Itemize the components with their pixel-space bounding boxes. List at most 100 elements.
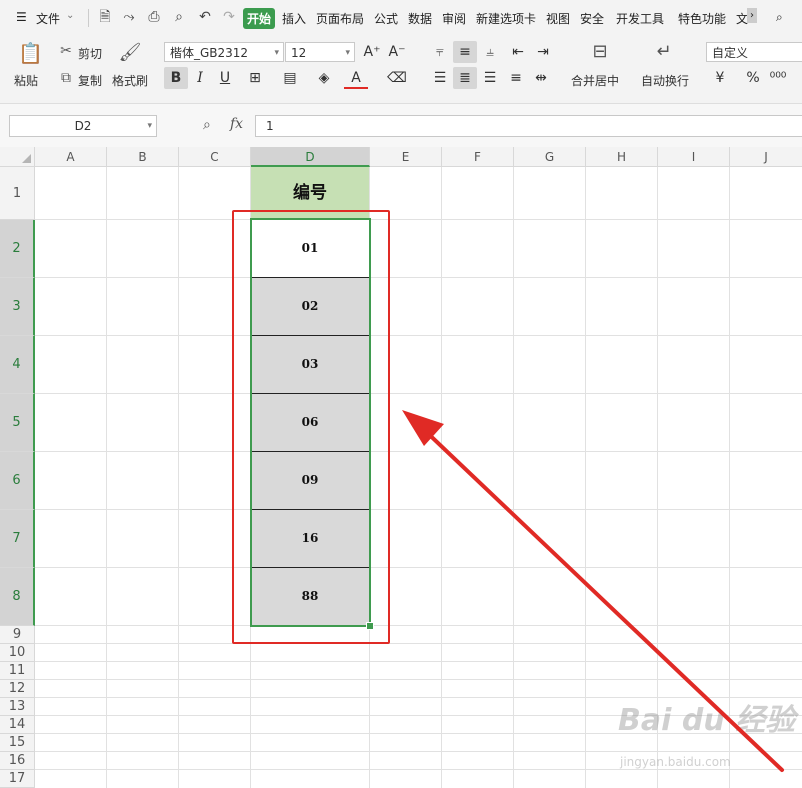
row-header-1[interactable]: 1 (0, 167, 35, 220)
row-header-5[interactable]: 5 (0, 394, 35, 452)
column-header-c[interactable]: C (179, 147, 251, 167)
row-header-4[interactable]: 4 (0, 336, 35, 394)
column-header-i[interactable]: I (658, 147, 730, 167)
tab-data[interactable]: 数据 (408, 10, 432, 27)
tab-scroll-right-icon[interactable]: › (747, 8, 757, 23)
align-bottom-icon[interactable]: ⫨ (478, 41, 502, 63)
row-header-12[interactable]: 12 (0, 680, 35, 698)
row-header-8[interactable]: 8 (0, 568, 35, 626)
column-header-g[interactable]: G (514, 147, 586, 167)
print-preview-icon[interactable]: ⌕ (170, 8, 188, 26)
tab-special-features[interactable]: 特色功能 (678, 10, 726, 27)
currency-icon[interactable]: ¥ (708, 67, 732, 89)
format-painter-icon[interactable]: 🖌 (118, 44, 142, 62)
tab-new-tab[interactable]: 新建选项卡 (476, 10, 536, 27)
tab-formulas[interactable]: 公式 (374, 10, 398, 27)
decrease-font-icon[interactable]: A⁻ (385, 41, 409, 63)
font-size-select[interactable]: 12 ▾ (285, 42, 355, 62)
merge-center-button[interactable]: 合并居中 (571, 72, 619, 89)
select-all-corner[interactable] (0, 147, 35, 167)
tab-insert[interactable]: 插入 (282, 10, 306, 27)
copy-button[interactable]: 复制 (78, 72, 102, 89)
tab-developer[interactable]: 开发工具 (616, 10, 664, 27)
wrap-text-icon[interactable]: ↵ (652, 43, 676, 61)
redo-icon[interactable]: ↷ (220, 8, 238, 26)
gridline (178, 167, 179, 788)
justify-icon[interactable]: ≡ (504, 67, 528, 89)
row-header-11[interactable]: 11 (0, 662, 35, 680)
column-header-h[interactable]: H (586, 147, 658, 167)
export-icon[interactable]: ⤳ (120, 8, 138, 26)
indent-decrease-icon[interactable]: ⇤ (506, 41, 530, 63)
paste-button[interactable]: 粘贴 (14, 72, 38, 89)
paste-icon[interactable]: 📋 (18, 43, 43, 63)
align-center-icon[interactable]: ≣ (453, 67, 477, 89)
align-right-icon[interactable]: ☰ (478, 67, 502, 89)
file-menu[interactable]: 文件 (36, 10, 60, 27)
align-middle-icon[interactable]: ≡ (453, 41, 477, 63)
cell-style-icon[interactable]: ▤ (278, 67, 302, 89)
indent-increase-icon[interactable]: ⇥ (531, 41, 555, 63)
insert-function-button[interactable]: fx (230, 116, 243, 132)
column-header-b[interactable]: B (107, 147, 179, 167)
formula-input[interactable]: 1 (255, 115, 802, 137)
row-header-13[interactable]: 13 (0, 698, 35, 716)
border-icon[interactable]: ⊞ (243, 67, 267, 89)
column-header-j[interactable]: J (730, 147, 802, 167)
row-header-14[interactable]: 14 (0, 716, 35, 734)
column-header-e[interactable]: E (370, 147, 442, 167)
distributed-icon[interactable]: ⇹ (529, 67, 553, 89)
font-family-select[interactable]: 楷体_GB2312 ▾ (164, 42, 284, 62)
gridline (35, 219, 802, 220)
save-icon[interactable]: 🗎 (96, 8, 114, 26)
row-header-15[interactable]: 15 (0, 734, 35, 752)
align-top-icon[interactable]: ⫧ (428, 41, 452, 63)
tab-security[interactable]: 安全 (580, 10, 604, 27)
row-header-3[interactable]: 3 (0, 278, 35, 336)
bold-button[interactable]: B (164, 67, 188, 89)
wrap-text-button[interactable]: 自动换行 (641, 72, 689, 89)
thousands-separator-icon[interactable]: ⁰⁰⁰ (766, 67, 790, 89)
annotation-highlight-box (232, 210, 390, 644)
column-header-d[interactable]: D (251, 147, 370, 167)
search-icon[interactable]: ⌕ (776, 10, 783, 25)
italic-button[interactable]: I (188, 67, 212, 89)
gridline (35, 751, 802, 752)
column-header-f[interactable]: F (442, 147, 514, 167)
zoom-icon[interactable]: ⌕ (203, 117, 211, 133)
file-chevron-down-icon[interactable]: ⌄ (66, 10, 74, 21)
print-icon[interactable]: ⎙ (145, 8, 163, 26)
row-header-7[interactable]: 7 (0, 510, 35, 568)
merge-center-icon[interactable]: ⊟ (588, 43, 612, 61)
gridline (35, 393, 802, 394)
gridline (35, 643, 802, 644)
tab-home[interactable]: 开始 (243, 8, 276, 29)
underline-button[interactable]: U (213, 67, 237, 89)
name-box[interactable]: D2 ▾ (9, 115, 157, 137)
tab-review[interactable]: 审阅 (442, 10, 466, 27)
tab-page-layout[interactable]: 页面布局 (316, 10, 364, 27)
row-header-9[interactable]: 9 (0, 626, 35, 644)
format-painter-button[interactable]: 格式刷 (112, 72, 148, 89)
font-color-button[interactable]: A (344, 67, 368, 89)
align-left-icon[interactable]: ☰ (428, 67, 452, 89)
copy-icon[interactable]: ⧉ (58, 69, 74, 87)
chevron-down-icon: ▾ (147, 121, 152, 131)
column-header-a[interactable]: A (35, 147, 107, 167)
increase-font-icon[interactable]: A⁺ (360, 41, 384, 63)
number-format-select[interactable]: 自定义 (706, 42, 802, 62)
fill-color-icon[interactable]: ◈ (312, 67, 336, 89)
scissors-icon[interactable]: ✂ (58, 42, 74, 60)
row-header-17[interactable]: 17 (0, 770, 35, 788)
row-header-2[interactable]: 2 (0, 220, 35, 278)
eraser-icon[interactable]: ⌫ (385, 67, 409, 89)
gridline (106, 167, 107, 788)
percent-button[interactable]: % (741, 67, 765, 89)
cut-button[interactable]: 剪切 (78, 45, 102, 62)
row-header-16[interactable]: 16 (0, 752, 35, 770)
hamburger-icon[interactable]: ☰ (16, 10, 27, 24)
row-header-10[interactable]: 10 (0, 644, 35, 662)
tab-view[interactable]: 视图 (546, 10, 570, 27)
row-header-6[interactable]: 6 (0, 452, 35, 510)
undo-icon[interactable]: ↶ (196, 8, 214, 26)
